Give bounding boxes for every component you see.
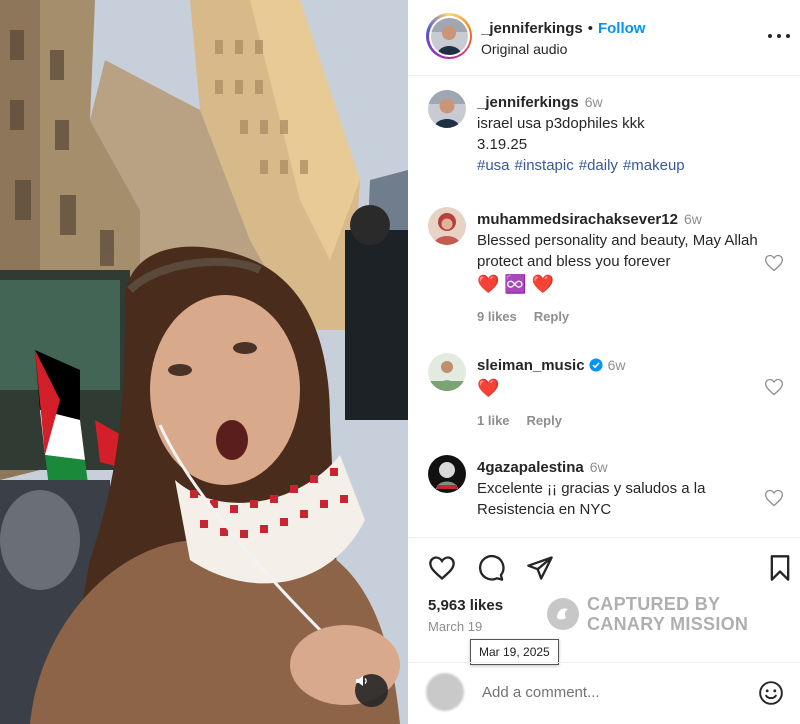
likes-count[interactable]: 5,963 likes — [428, 597, 503, 614]
comment-icon[interactable] — [477, 554, 505, 582]
comment-likes[interactable]: 1 like — [477, 413, 510, 428]
avatar-photo — [430, 17, 468, 55]
caption-avatar[interactable] — [428, 90, 466, 128]
caption-hashtags: #usa #instapic #daily #makeup — [477, 155, 767, 176]
caption-username[interactable]: _jenniferkings — [477, 94, 579, 111]
comment-text: Blessed personality and beauty, May Alla… — [477, 232, 758, 270]
commenter-avatar[interactable] — [428, 455, 466, 493]
reply-button[interactable]: Reply — [527, 413, 562, 428]
commenter-username[interactable]: 4gazapalestina — [477, 459, 584, 476]
share-icon[interactable] — [526, 554, 554, 582]
comment-time: 6w — [589, 459, 608, 475]
bookmark-icon[interactable] — [766, 554, 794, 582]
comment-text: Excelente ¡¡ gracias y saludos a la Resi… — [477, 480, 706, 518]
speaker-icon — [356, 676, 367, 686]
avatar-photo — [428, 353, 466, 391]
like-comment-heart-icon[interactable] — [764, 488, 784, 508]
post-panel: _jenniferkings • Follow Original audio _… — [408, 0, 800, 724]
canary-logo-icon — [547, 598, 579, 630]
video-frame — [0, 0, 408, 724]
separator-dot: • — [587, 20, 593, 37]
avatar-photo — [428, 455, 466, 493]
comment-emojis: ❤️ ♾️ ❤️ — [477, 274, 555, 294]
comment-input[interactable] — [482, 678, 742, 706]
avatar-photo — [428, 207, 466, 245]
add-comment-bar — [408, 662, 800, 724]
hashtag-link[interactable]: #daily — [579, 157, 618, 174]
comment-emojis: ❤️ — [477, 378, 500, 398]
post-date[interactable]: March 19 — [428, 619, 482, 634]
more-options-icon[interactable] — [768, 28, 790, 44]
caption-line-2: 3.19.25 — [477, 136, 528, 153]
like-comment-heart-icon[interactable] — [764, 253, 784, 273]
commenter-username[interactable]: muhammedsirachaksever12 — [477, 211, 678, 228]
post-header: _jenniferkings • Follow Original audio — [408, 0, 800, 76]
commenter-avatar[interactable] — [428, 207, 466, 245]
follow-button[interactable]: Follow — [598, 20, 646, 37]
avatar-photo — [428, 90, 466, 128]
hashtag-link[interactable]: #usa — [477, 157, 510, 174]
commenter-username[interactable]: sleiman_music — [477, 357, 585, 374]
current-user-avatar — [426, 673, 464, 711]
verified-badge-icon — [589, 358, 603, 372]
audio-toggle-button[interactable] — [355, 674, 388, 707]
watermark: CAPTURED BY CANARY MISSION — [547, 594, 748, 634]
video-player[interactable] — [0, 0, 408, 724]
hashtag-link[interactable]: #instapic — [515, 157, 574, 174]
watermark-line-1: CAPTURED BY — [587, 594, 721, 614]
commenter-avatar[interactable] — [428, 353, 466, 391]
audio-label[interactable]: Original audio — [481, 41, 567, 57]
author-username[interactable]: _jenniferkings — [481, 20, 583, 37]
comment-time: 6w — [683, 211, 702, 227]
comments-list[interactable]: _jenniferkings 6w israel usa p3dophiles k… — [408, 77, 800, 536]
caption-line-1: israel usa p3dophiles kkk — [477, 115, 645, 132]
hashtag-link[interactable]: #makeup — [623, 157, 685, 174]
author-avatar[interactable] — [426, 13, 472, 59]
caption-time: 6w — [584, 94, 603, 110]
comment-time: 6w — [607, 357, 626, 373]
post-actions: 5,963 likes March 19 CAPTURED BY CANARY … — [408, 537, 800, 724]
watermark-line-2: CANARY MISSION — [587, 614, 749, 634]
comment-likes[interactable]: 9 likes — [477, 309, 517, 324]
like-comment-heart-icon[interactable] — [764, 377, 784, 397]
emoji-icon[interactable] — [758, 680, 784, 706]
reply-button[interactable]: Reply — [534, 309, 569, 324]
heart-icon[interactable] — [428, 554, 456, 582]
